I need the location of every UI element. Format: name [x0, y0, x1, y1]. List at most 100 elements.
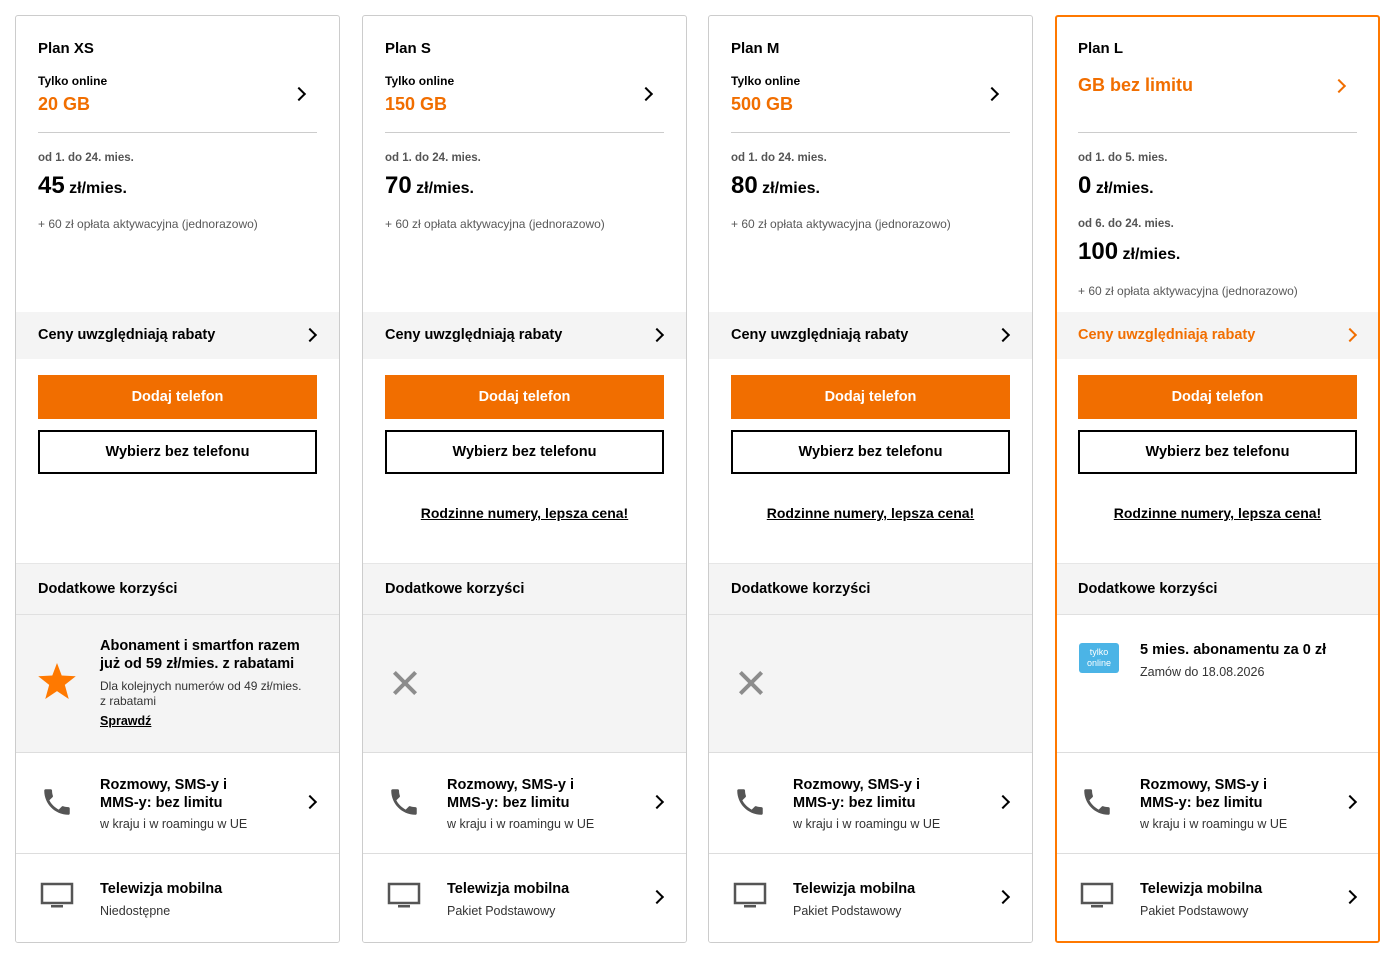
choose-without-phone-button[interactable]: Wybierz bez telefonu [385, 430, 664, 474]
tv-subtitle: Pakiet Podstawowy [447, 904, 556, 918]
tv-feature-row[interactable]: Telewizja mobilna Pakiet Podstawowy [1057, 853, 1378, 941]
phone-icon [1084, 789, 1110, 815]
calls-feature-row[interactable]: Rozmowy, SMS-y i MMS-y: bez limitu w kra… [363, 752, 686, 853]
extra-benefits-header: Dodatkowe korzyści [16, 563, 339, 615]
chevron-right-icon [995, 889, 1011, 905]
family-numbers-link[interactable]: Rodzinne numery, lepsza cena! [709, 505, 1032, 521]
price-unit: zł/mies. [69, 180, 127, 197]
benefit-unavailable [363, 615, 686, 752]
add-phone-button[interactable]: Dodaj telefon [1078, 375, 1357, 419]
calls-title-line2: MMS-y: bez limitu [1140, 795, 1263, 811]
calls-title-line1: Rozmowy, SMS-y i [447, 777, 575, 793]
calls-subtitle: w kraju i w roamingu w UE [447, 817, 595, 831]
calls-feature-row[interactable]: Rozmowy, SMS-y i MMS-y: bez limitu w kra… [709, 752, 1032, 853]
extra-benefits-label: Dodatkowe korzyści [38, 581, 178, 597]
plan-card-s: Plan S Tylko online 150 GB od 1. do 24. … [362, 15, 687, 943]
discounts-label: Ceny uwzględniają rabaty [1078, 327, 1256, 343]
add-phone-button[interactable]: Dodaj telefon [731, 375, 1010, 419]
choose-without-phone-button[interactable]: Wybierz bez telefonu [731, 430, 1010, 474]
chevron-right-icon [302, 327, 318, 343]
x-icon [393, 671, 417, 695]
tv-title: Telewizja mobilna [100, 881, 223, 897]
price: 45 zł/mies. [38, 172, 127, 200]
family-numbers-link[interactable]: Rodzinne numery, lepsza cena! [1057, 505, 1378, 521]
discounts-info[interactable]: Ceny uwzględniają rabaty [709, 312, 1032, 359]
benefit-title: 5 mies. abonamentu za 0 zł [1140, 642, 1327, 658]
calls-subtitle: w kraju i w roamingu w UE [100, 817, 248, 831]
calls-title-line1: Rozmowy, SMS-y i [793, 777, 921, 793]
discounts-info[interactable]: Ceny uwzględniają rabaty [363, 312, 686, 359]
calls-subtitle: w kraju i w roamingu w UE [1140, 817, 1288, 831]
choose-without-phone-button[interactable]: Wybierz bez telefonu [38, 430, 317, 474]
extra-benefits-label: Dodatkowe korzyści [1078, 581, 1218, 597]
online-only-badge: tylko online [1079, 643, 1119, 673]
chevron-right-icon [649, 794, 665, 810]
discounts-label: Ceny uwzględniają rabaty [38, 327, 216, 343]
calls-subtitle: w kraju i w roamingu w UE [793, 817, 941, 831]
tv-icon [387, 882, 421, 908]
benefit-promo: tylko online 5 mies. abonamentu za 0 zł … [1057, 615, 1378, 752]
add-phone-button[interactable]: Dodaj telefon [385, 375, 664, 419]
calls-title-line2: MMS-y: bez limitu [793, 795, 916, 811]
tv-title: Telewizja mobilna [793, 881, 916, 897]
tv-feature-row[interactable]: Telewizja mobilna Pakiet Podstawowy [363, 853, 686, 942]
calls-title-line1: Rozmowy, SMS-y i [100, 777, 228, 793]
check-link[interactable]: Sprawdź [100, 714, 151, 728]
choose-without-phone-button[interactable]: Wybierz bez telefonu [1078, 430, 1357, 474]
benefit-desc: Zamów do 18.08.2026 [1140, 665, 1265, 679]
extra-benefits-header: Dodatkowe korzyści [363, 563, 686, 615]
phone-icon [737, 789, 763, 815]
tv-icon [733, 882, 767, 908]
phone-icon [391, 789, 417, 815]
extra-benefits-header: Dodatkowe korzyści [709, 563, 1032, 615]
online-only-label: Tylko online [385, 74, 455, 88]
divider [38, 132, 317, 133]
price-unit: zł/mies. [416, 180, 474, 197]
benefit-promo: Abonament i smartfon razem już od 59 zł/… [16, 615, 339, 752]
price-unit: zł/mies. [762, 180, 820, 197]
family-numbers-link[interactable]: Rodzinne numery, lepsza cena! [363, 505, 686, 521]
benefit-title-line2: już od 59 zł/mies. z rabatami [100, 656, 295, 672]
chevron-right-icon [1342, 889, 1358, 905]
chevron-right-icon [1342, 327, 1358, 343]
chevron-right-icon[interactable] [291, 86, 307, 102]
price-period: od 1. do 24. mies. [385, 152, 481, 164]
tv-feature-row[interactable]: Telewizja mobilna Pakiet Podstawowy [709, 853, 1032, 942]
price-period: od 1. do 24. mies. [38, 152, 134, 164]
divider [731, 132, 1010, 133]
price-period-1: od 1. do 5. mies. [1078, 152, 1168, 164]
plan-card-m: Plan M Tylko online 500 GB od 1. do 24. … [708, 15, 1033, 943]
price: 80 zł/mies. [731, 172, 820, 200]
activation-fee: + 60 zł opłata aktywacyjna (jednorazowo) [385, 217, 605, 231]
activation-fee: + 60 zł opłata aktywacyjna (jednorazowo) [38, 217, 258, 231]
plan-card-xs: Plan XS Tylko online 20 GB od 1. do 24. … [15, 15, 340, 943]
chevron-right-icon [649, 327, 665, 343]
badge-line2: online [1086, 658, 1112, 668]
chevron-right-icon [995, 327, 1011, 343]
benefit-desc-line2: z rabatami [100, 694, 157, 708]
calls-feature-row[interactable]: Rozmowy, SMS-y i MMS-y: bez limitu w kra… [16, 752, 339, 853]
chevron-right-icon[interactable] [1331, 78, 1347, 94]
price-period-2: od 6. do 24. mies. [1078, 218, 1174, 230]
price-value: 70 [385, 172, 412, 199]
price-period: od 1. do 24. mies. [731, 152, 827, 164]
calls-feature-row[interactable]: Rozmowy, SMS-y i MMS-y: bez limitu w kra… [1057, 752, 1378, 853]
activation-fee: + 60 zł opłata aktywacyjna (jednorazowo) [731, 217, 951, 231]
chevron-right-icon[interactable] [638, 86, 654, 102]
data-allowance: 150 GB [385, 94, 448, 114]
discounts-info[interactable]: Ceny uwzględniają rabaty [16, 312, 339, 359]
plan-name: Plan M [731, 40, 780, 57]
tv-feature-row: Telewizja mobilna Niedostępne [16, 853, 339, 942]
star-icon [38, 663, 76, 699]
online-only-label: Tylko online [731, 74, 801, 88]
chevron-right-icon [995, 794, 1011, 810]
add-phone-button[interactable]: Dodaj telefon [38, 375, 317, 419]
chevron-right-icon[interactable] [984, 86, 1000, 102]
extra-benefits-label: Dodatkowe korzyści [731, 581, 871, 597]
tv-subtitle: Pakiet Podstawowy [1140, 904, 1249, 918]
discounts-info[interactable]: Ceny uwzględniają rabaty [1057, 312, 1378, 359]
calls-title-line1: Rozmowy, SMS-y i [1140, 777, 1268, 793]
plan-name: Plan L [1078, 40, 1124, 57]
tv-title: Telewizja mobilna [447, 881, 570, 897]
phone-icon [44, 789, 70, 815]
